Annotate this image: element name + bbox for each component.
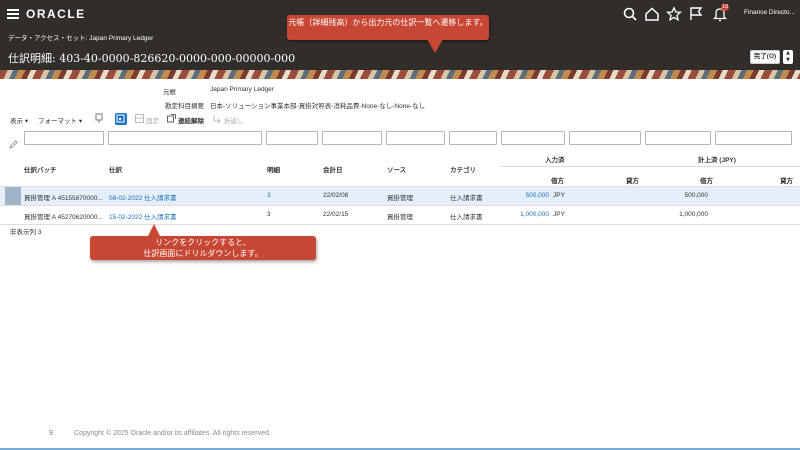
- wrap-icon: [212, 113, 223, 124]
- account-label: 勘定科目摘要: [165, 103, 204, 110]
- notifications-bell-icon[interactable]: 10: [712, 4, 730, 22]
- filter-entered-debit-input[interactable]: [501, 131, 565, 145]
- data-access-set-value: Japan Primary Ledger: [89, 35, 154, 42]
- data-access-set-label: データ・アクセス・セット:: [8, 35, 88, 42]
- table-toolbar: 表示 ▾ フォーマット ▾ 固定 連結解除 折返し: [0, 113, 800, 127]
- flag-icon[interactable]: [688, 6, 704, 22]
- cell-accounted-debit: 1,000,000: [679, 211, 708, 218]
- filter-date-input[interactable]: [322, 131, 382, 145]
- filter-batch-input[interactable]: [24, 131, 104, 145]
- col-header-batch[interactable]: 仕訳バッチ: [24, 164, 57, 174]
- journal-link[interactable]: 08-02-2022 仕入請求書: [109, 192, 177, 202]
- table-row[interactable]: 買掛管理 A 45270620000... 15-02-2022 仕入請求書 3…: [0, 206, 800, 224]
- cell-entered-debit: 500,000: [525, 192, 550, 199]
- col-header-journal[interactable]: 仕訳: [109, 164, 122, 174]
- col-group-entered: 入力済: [545, 157, 565, 164]
- filter-accounted-credit-input[interactable]: [715, 131, 792, 145]
- detach-icon[interactable]: [166, 113, 177, 124]
- query-by-example-icon[interactable]: [95, 113, 106, 124]
- search-icon[interactable]: [622, 6, 638, 22]
- hidden-columns-value: 3: [37, 229, 42, 236]
- cell-batch: 買掛管理 A 45270620000...: [24, 214, 103, 221]
- done-button[interactable]: 完了(O): [750, 50, 780, 64]
- hidden-columns-count: 非表示列 3: [10, 226, 41, 236]
- callout-top-tail: [427, 39, 443, 53]
- notification-count-badge: 10: [721, 4, 730, 11]
- export-to-excel-icon[interactable]: [115, 113, 127, 125]
- ledger-label: 元帳: [163, 89, 176, 96]
- ledger-value: Japan Primary Ledger: [210, 86, 274, 93]
- done-dropdown-chevron-icon[interactable]: ▲ ▼: [783, 50, 793, 64]
- format-menu-label: フォーマット: [38, 118, 77, 125]
- filter-journal-input[interactable]: [108, 131, 262, 145]
- row-divider: [0, 224, 800, 225]
- format-menu[interactable]: フォーマット ▾: [38, 115, 82, 125]
- app-window: ORACLE 10 Finance Directo... データ・アクセス・セッ…: [0, 0, 800, 450]
- filter-category-input[interactable]: [449, 131, 497, 145]
- col-group-accounted: 計上済 (JPY): [698, 157, 736, 164]
- cell-source: 買掛管理: [387, 214, 413, 221]
- slide-page-number: 9: [49, 430, 53, 437]
- col-header-source[interactable]: ソース: [387, 164, 406, 174]
- cell-entered-debit: 1,000,000: [520, 211, 549, 218]
- cell-date: 22/02/08: [323, 192, 349, 199]
- cell-accounted-debit: 500,000: [684, 192, 709, 199]
- col-header-line[interactable]: 明細: [267, 164, 280, 174]
- pencil-icon: [9, 134, 18, 149]
- col-header-category[interactable]: カテゴリ: [450, 164, 476, 174]
- oracle-logo[interactable]: ORACLE: [26, 7, 86, 21]
- callout-bottom: リンクをクリックすると、 仕訳画面にドリルダウンします。: [90, 224, 316, 260]
- cell-category: 仕入請求書: [450, 195, 483, 202]
- table-row[interactable]: 買掛管理 A 45155870000... 08-02-2022 仕入請求書 3…: [0, 187, 800, 205]
- callout-bottom-tail: [148, 224, 160, 236]
- callout-top-text: 元帳（詳細残高）から出力元の仕訳一覧へ遷移します。: [288, 18, 488, 27]
- filter-accounted-debit-input[interactable]: [645, 131, 711, 145]
- cell-category: 仕入請求書: [450, 214, 483, 221]
- cell-source: 買掛管理: [387, 195, 413, 202]
- hidden-columns-label: 非表示列: [10, 229, 36, 236]
- callout-bottom-line1: リンクをクリックすると、: [155, 238, 251, 247]
- col-header-entered-credit[interactable]: 貸方: [626, 175, 639, 185]
- user-menu[interactable]: Finance Directo...: [744, 9, 795, 16]
- filter-source-input[interactable]: [386, 131, 445, 145]
- favorites-star-icon[interactable]: [666, 6, 682, 22]
- row-selector[interactable]: [5, 187, 21, 205]
- callout-bottom-line2: 仕訳画面にドリルダウンします。: [143, 249, 263, 258]
- col-header-accounted-debit[interactable]: 借方: [700, 175, 713, 185]
- cell-batch: 買掛管理 A 45155870000...: [24, 195, 103, 202]
- cell-line: 3: [267, 211, 271, 218]
- cell-entered-currency: JPY: [553, 211, 565, 218]
- freeze-icon: [134, 113, 145, 124]
- format-chevron-icon: ▾: [78, 118, 83, 125]
- col-header-accounted-credit[interactable]: 貸方: [780, 175, 793, 185]
- data-access-set: データ・アクセス・セット: Japan Primary Ledger: [8, 32, 153, 42]
- menu-icon[interactable]: [7, 9, 19, 19]
- detach-button[interactable]: 連結解除: [178, 115, 204, 125]
- copyright-text: Copyright © 2025 Oracle and/or its affil…: [74, 430, 271, 437]
- account-value: 日本-ソリューション事業本部-買掛対照表-消耗品費-None-なし-None-な…: [210, 103, 426, 110]
- filter-entered-credit-input[interactable]: [569, 131, 641, 145]
- journal-link[interactable]: 15-02-2022 仕入請求書: [109, 211, 177, 221]
- col-header-entered-debit[interactable]: 借方: [551, 175, 564, 185]
- cell-entered-currency: JPY: [553, 192, 565, 199]
- view-chevron-icon: ▾: [24, 118, 29, 125]
- home-icon[interactable]: [644, 6, 660, 22]
- cell-date: 22/02/15: [323, 211, 349, 218]
- decorative-pattern-banner: [0, 70, 800, 79]
- cell-line: 3: [267, 192, 271, 199]
- filter-row: [0, 130, 800, 149]
- col-header-date[interactable]: 会計日: [323, 164, 343, 174]
- header-group-divider: [500, 166, 800, 167]
- filter-line-input[interactable]: [266, 131, 318, 145]
- wrap-button: 折返し: [224, 118, 244, 125]
- page-title: 仕訳明細: 403-40-0000-826620-0000-000-00000-…: [8, 52, 296, 65]
- callout-top: 元帳（詳細残高）から出力元の仕訳一覧へ遷移します。: [287, 15, 489, 53]
- freeze-button: 固定: [146, 118, 159, 125]
- view-menu[interactable]: 表示 ▾: [10, 115, 28, 125]
- view-menu-label: 表示: [10, 118, 23, 125]
